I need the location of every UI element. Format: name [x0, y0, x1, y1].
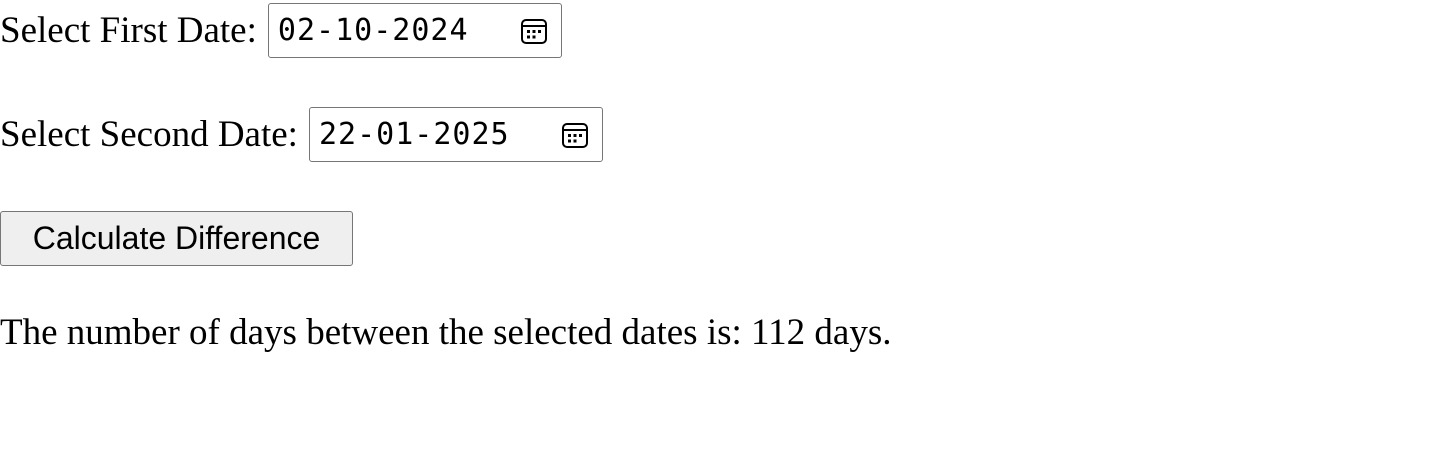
- first-date-row: Select First Date: 02-10-2024: [0, 3, 562, 58]
- result-text: The number of days between the selected …: [0, 312, 892, 353]
- first-date-input[interactable]: 02-10-2024: [267, 3, 562, 58]
- first-date-label: Select First Date:: [0, 10, 257, 51]
- date-difference-page: Select First Date: 02-10-2024 Select Sec…: [0, 0, 1434, 472]
- second-date-row: Select Second Date: 22-01-2025: [0, 107, 603, 162]
- calendar-icon[interactable]: [559, 119, 591, 151]
- second-date-label: Select Second Date:: [0, 114, 298, 155]
- second-date-input[interactable]: 22-01-2025: [308, 107, 603, 162]
- calculate-difference-button[interactable]: Calculate Difference: [0, 211, 353, 266]
- second-date-value: 22-01-2025: [318, 117, 510, 152]
- calendar-icon[interactable]: [518, 15, 550, 47]
- first-date-value: 02-10-2024: [277, 13, 469, 48]
